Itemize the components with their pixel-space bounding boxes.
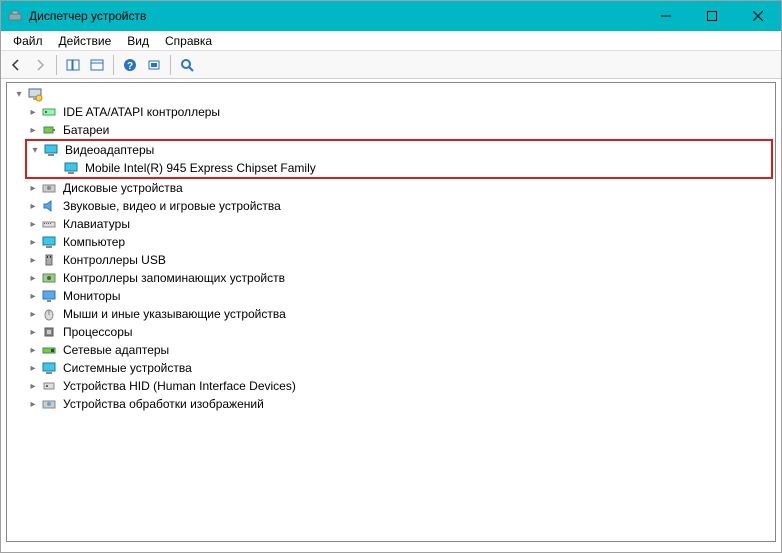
chevron-right-icon[interactable]: ▸	[27, 362, 39, 374]
display-adapter-icon	[43, 142, 59, 158]
tree-item-label: Мониторы	[61, 289, 122, 303]
sound-icon	[41, 198, 57, 214]
toolbar-separator	[113, 55, 114, 75]
tree-item-label: Звуковые, видео и игровые устройства	[61, 199, 283, 213]
network-adapter-icon	[41, 342, 57, 358]
storage-controller-icon	[41, 270, 57, 286]
help-button[interactable]: ?	[119, 54, 141, 76]
keyboard-icon	[41, 216, 57, 232]
chevron-right-icon[interactable]: ▸	[27, 106, 39, 118]
system-device-icon	[41, 360, 57, 376]
find-button[interactable]	[176, 54, 198, 76]
display-device-icon	[63, 160, 79, 176]
tree-item-label: Сетевые адаптеры	[61, 343, 171, 357]
chevron-right-icon[interactable]: ▸	[27, 200, 39, 212]
device-tree: ▾ ▸ IDE ATA/ATAPI контроллеры ▸ Батареи …	[9, 85, 773, 413]
chevron-right-icon[interactable]: ▸	[27, 272, 39, 284]
titlebar: Диспетчер устройств	[1, 1, 781, 31]
forward-button[interactable]	[29, 54, 51, 76]
chevron-right-icon[interactable]: ▸	[27, 182, 39, 194]
window-controls	[643, 1, 781, 31]
tree-item-label: IDE ATA/ATAPI контроллеры	[61, 105, 222, 119]
scan-hardware-button[interactable]	[143, 54, 165, 76]
toolbar-separator	[170, 55, 171, 75]
chevron-right-icon[interactable]: ▸	[27, 398, 39, 410]
menubar: Файл Действие Вид Справка	[1, 31, 781, 51]
show-hide-tree-button[interactable]	[62, 54, 84, 76]
menu-action[interactable]: Действие	[51, 32, 120, 50]
tree-item-label: Видеоадаптеры	[63, 143, 156, 157]
chevron-right-icon[interactable]: ▸	[27, 218, 39, 230]
tree-item-label: Системные устройства	[61, 361, 194, 375]
back-button[interactable]	[5, 54, 27, 76]
minimize-button[interactable]	[643, 1, 689, 31]
tree-item-sound[interactable]: ▸ Звуковые, видео и игровые устройства	[9, 197, 773, 215]
tree-item-label: Клавиатуры	[61, 217, 132, 231]
chevron-right-icon[interactable]: ▸	[27, 254, 39, 266]
ide-controller-icon	[41, 104, 57, 120]
tree-item-processor[interactable]: ▸ Процессоры	[9, 323, 773, 341]
menu-help[interactable]: Справка	[157, 32, 220, 50]
properties-button[interactable]	[86, 54, 108, 76]
tree-item-imaging[interactable]: ▸ Устройства обработки изображений	[9, 395, 773, 413]
hid-icon	[41, 378, 57, 394]
tree-item-label: Компьютер	[61, 235, 127, 249]
tree-item-label: Процессоры	[61, 325, 135, 339]
mouse-icon	[41, 306, 57, 322]
tree-item-disk[interactable]: ▸ Дисковые устройства	[9, 179, 773, 197]
tree-item-label: Mobile Intel(R) 945 Express Chipset Fami…	[83, 161, 318, 175]
chevron-right-icon[interactable]: ▸	[27, 380, 39, 392]
tree-item-display-adapters[interactable]: ▾ Видеоадаптеры	[27, 141, 771, 159]
tree-item-label: Контроллеры USB	[61, 253, 168, 267]
close-button[interactable]	[735, 1, 781, 31]
device-tree-pane[interactable]: ▾ ▸ IDE ATA/ATAPI контроллеры ▸ Батареи …	[6, 82, 776, 542]
tree-item-label: Контроллеры запоминающих устройств	[61, 271, 287, 285]
tree-item-computer[interactable]: ▸ Компьютер	[9, 233, 773, 251]
usb-icon	[41, 252, 57, 268]
app-icon	[7, 8, 23, 24]
battery-icon	[41, 122, 57, 138]
tree-root[interactable]: ▾	[9, 85, 773, 103]
computer-icon	[27, 86, 43, 102]
tree-item-batteries[interactable]: ▸ Батареи	[9, 121, 773, 139]
window-title: Диспетчер устройств	[29, 9, 643, 23]
tree-item-hid[interactable]: ▸ Устройства HID (Human Interface Device…	[9, 377, 773, 395]
chevron-right-icon[interactable]: ▸	[27, 124, 39, 136]
tree-item-label: Устройства HID (Human Interface Devices)	[61, 379, 298, 393]
highlighted-section: ▾ Видеоадаптеры ▸ Mobile Intel(R) 945 Ex…	[25, 139, 773, 179]
processor-icon	[41, 324, 57, 340]
tree-item-usb[interactable]: ▸ Контроллеры USB	[9, 251, 773, 269]
imaging-device-icon	[41, 396, 57, 412]
chevron-down-icon[interactable]: ▾	[13, 88, 25, 100]
chevron-right-icon[interactable]: ▸	[27, 326, 39, 338]
tree-item-label: Устройства обработки изображений	[61, 397, 266, 411]
tree-item-ide[interactable]: ▸ IDE ATA/ATAPI контроллеры	[9, 103, 773, 121]
tree-item-system[interactable]: ▸ Системные устройства	[9, 359, 773, 377]
chevron-right-icon[interactable]: ▸	[27, 344, 39, 356]
disk-drive-icon	[41, 180, 57, 196]
toolbar-separator	[56, 55, 57, 75]
monitor-icon	[41, 288, 57, 304]
tree-item-keyboard[interactable]: ▸ Клавиатуры	[9, 215, 773, 233]
tree-item-label: Мыши и иные указывающие устройства	[61, 307, 288, 321]
tree-item-monitor[interactable]: ▸ Мониторы	[9, 287, 773, 305]
tree-item-display-device[interactable]: ▸ Mobile Intel(R) 945 Express Chipset Fa…	[27, 159, 771, 177]
chevron-down-icon[interactable]: ▾	[29, 144, 41, 156]
tree-item-label: Батареи	[61, 123, 111, 137]
chevron-right-icon[interactable]: ▸	[27, 308, 39, 320]
chevron-right-icon[interactable]: ▸	[27, 290, 39, 302]
toolbar: ?	[1, 51, 781, 79]
menu-file[interactable]: Файл	[5, 32, 51, 50]
chevron-right-icon[interactable]: ▸	[27, 236, 39, 248]
tree-item-mouse[interactable]: ▸ Мыши и иные указывающие устройства	[9, 305, 773, 323]
menu-view[interactable]: Вид	[119, 32, 157, 50]
computer-icon	[41, 234, 57, 250]
tree-item-storage[interactable]: ▸ Контроллеры запоминающих устройств	[9, 269, 773, 287]
maximize-button[interactable]	[689, 1, 735, 31]
svg-text:?: ?	[127, 61, 133, 72]
tree-item-label: Дисковые устройства	[61, 181, 185, 195]
tree-item-network[interactable]: ▸ Сетевые адаптеры	[9, 341, 773, 359]
